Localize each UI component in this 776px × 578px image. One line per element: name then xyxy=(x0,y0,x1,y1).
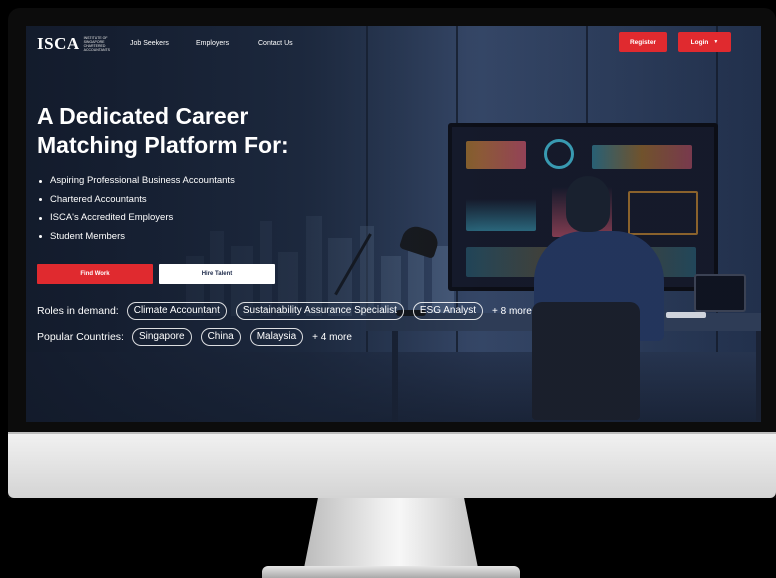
role-chip-esg-analyst[interactable]: ESG Analyst xyxy=(412,302,484,320)
popular-countries: Popular Countries: Singapore China Malay… xyxy=(37,328,352,346)
list-item-text: Student Members xyxy=(50,230,125,242)
website-screen: ISCA INSTITUTE OF SINGAPORE CHARTERED AC… xyxy=(26,26,761,422)
list-item: Chartered Accountants xyxy=(37,191,235,210)
monitor-stand xyxy=(304,498,478,568)
find-work-button[interactable]: Find Work xyxy=(37,264,153,284)
bullet-icon xyxy=(39,179,42,183)
top-navigation: ISCA INSTITUTE OF SINGAPORE CHARTERED AC… xyxy=(26,26,761,62)
roles-label: Roles in demand: xyxy=(37,305,119,317)
list-item: Aspiring Professional Business Accountan… xyxy=(37,172,235,191)
countries-more-link[interactable]: + 4 more xyxy=(312,332,352,343)
list-item: ISCA's Accredited Employers xyxy=(37,209,235,228)
list-item-text: Aspiring Professional Business Accountan… xyxy=(50,175,235,186)
caret-down-icon: ▼ xyxy=(713,39,719,45)
country-chip-china[interactable]: China xyxy=(200,328,241,346)
logo-subtitle: INSTITUTE OF SINGAPORE CHARTERED ACCOUNT… xyxy=(83,36,111,52)
countries-label: Popular Countries: xyxy=(37,331,124,343)
isca-logo[interactable]: ISCA INSTITUTE OF SINGAPORE CHARTERED AC… xyxy=(37,34,114,54)
login-button[interactable]: Login ▼ xyxy=(678,32,731,52)
hero-headline: A Dedicated Career Matching Platform For… xyxy=(37,102,367,160)
audience-list: Aspiring Professional Business Accountan… xyxy=(37,172,235,246)
role-chip-climate-accountant[interactable]: Climate Accountant xyxy=(126,302,227,320)
roles-in-demand: Roles in demand: Climate Accountant Sust… xyxy=(37,302,532,320)
hero-headline-line2: Matching Platform For: xyxy=(37,132,289,158)
country-chip-malaysia[interactable]: Malaysia xyxy=(249,328,304,346)
nav-link-contact-us[interactable]: Contact Us xyxy=(258,40,293,47)
register-button[interactable]: Register xyxy=(619,32,667,52)
nav-link-job-seekers[interactable]: Job Seekers xyxy=(130,40,169,47)
monitor-chin xyxy=(8,432,776,498)
nav-link-employers[interactable]: Employers xyxy=(196,40,229,47)
country-chip-singapore[interactable]: Singapore xyxy=(131,328,192,346)
login-label: Login xyxy=(690,38,709,46)
monitor-chin-edge xyxy=(8,432,776,434)
list-item-text: Chartered Accountants xyxy=(50,193,147,205)
bullet-icon xyxy=(39,235,42,239)
list-item: Student Members xyxy=(37,228,235,247)
logo-wordmark: ISCA xyxy=(37,34,80,53)
bullet-icon xyxy=(39,198,42,202)
role-chip-sustainability-assurance[interactable]: Sustainability Assurance Specialist xyxy=(235,302,404,320)
roles-more-link[interactable]: + 8 more xyxy=(492,306,532,317)
bullet-icon xyxy=(39,216,42,220)
hero-headline-line1: A Dedicated Career xyxy=(37,103,249,129)
monitor-stand-base xyxy=(262,566,520,578)
hire-talent-button[interactable]: Hire Talent xyxy=(159,264,275,284)
list-item-text: ISCA's Accredited Employers xyxy=(50,212,174,223)
